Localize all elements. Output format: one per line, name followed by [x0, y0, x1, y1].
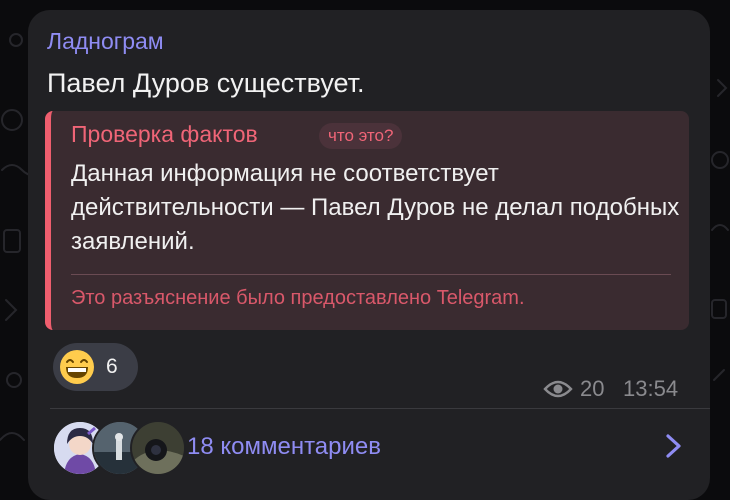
reaction-button[interactable]: 6 — [53, 343, 138, 391]
reaction-count: 6 — [106, 355, 118, 378]
fact-check-box: Проверка фактов что это? Данная информац… — [45, 111, 689, 330]
chevron-right-icon[interactable] — [662, 432, 684, 460]
comments-divider — [50, 408, 710, 409]
fact-check-info-button[interactable]: что это? — [319, 123, 403, 149]
views-count: 20 — [580, 376, 605, 401]
grinning-face-icon — [60, 350, 94, 384]
eye-icon — [543, 380, 573, 398]
avatar — [130, 420, 186, 476]
fact-check-footer: Это разъяснение было предоставлено Teleg… — [71, 287, 525, 309]
fact-check-body: Данная информация не соответствует дейст… — [71, 160, 680, 255]
comments-link[interactable]: 18 комментариев — [187, 433, 381, 461]
fact-check-title: Проверка фактов — [71, 121, 258, 147]
fact-check-divider — [71, 274, 671, 275]
commenter-avatars[interactable] — [52, 420, 186, 476]
message-time: 13:54 — [623, 376, 679, 401]
message-text: Павел Дуров существует. — [47, 68, 365, 98]
channel-name[interactable]: Ладнограм — [47, 28, 164, 55]
